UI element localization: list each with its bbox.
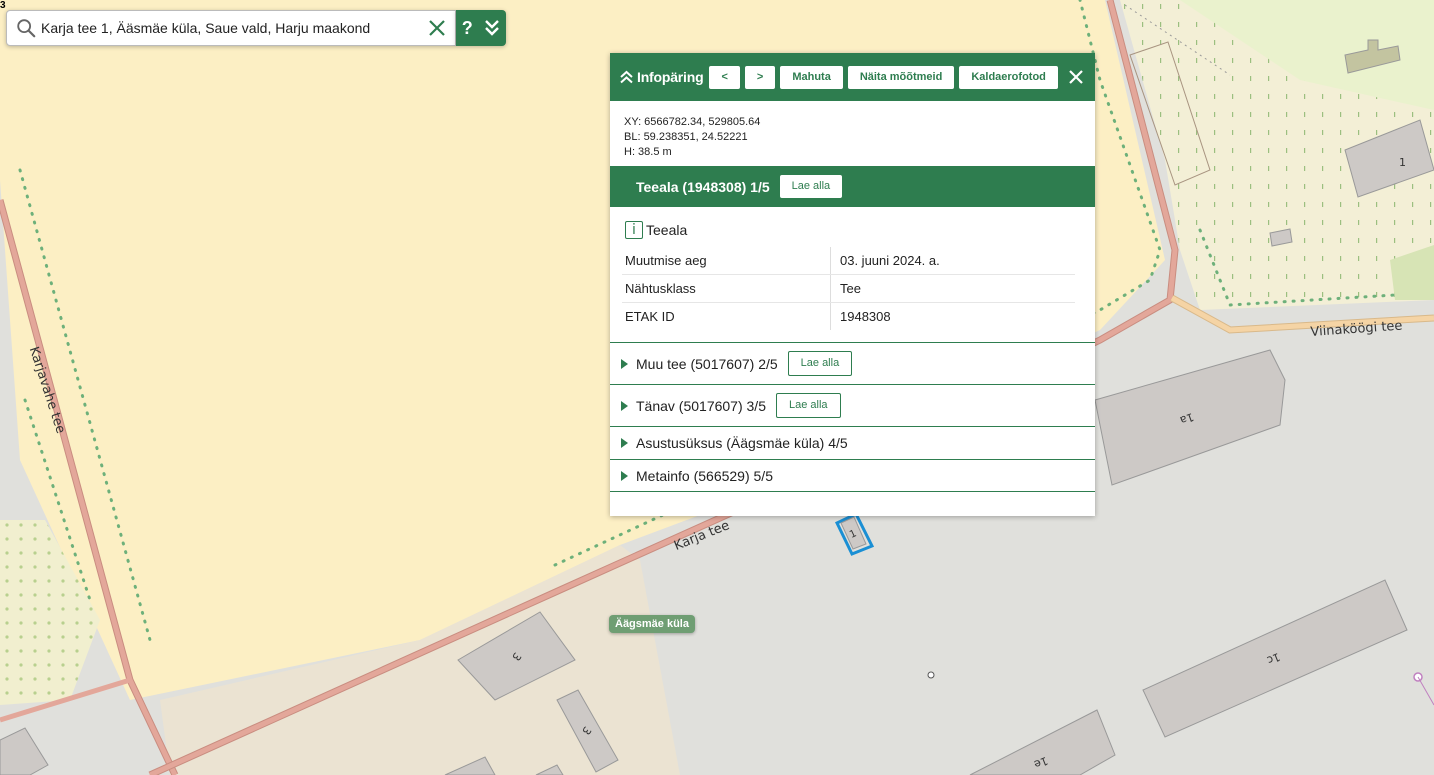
fit-button[interactable]: Mahuta <box>780 65 843 89</box>
result-section-5[interactable]: Metainfo (566529) 5/5 <box>610 459 1095 492</box>
result-section-2[interactable]: Muu tee (5017607) 2/5 Lae alla <box>610 342 1095 384</box>
double-chevron-down-icon[interactable] <box>484 19 500 37</box>
caret-right-icon <box>621 358 628 369</box>
result-section-4[interactable]: Asustusüksus (Äägsmäe küla) 4/5 <box>610 426 1095 459</box>
caret-right-icon <box>621 400 628 411</box>
info-panel: Infopäring < > Mahuta Näita mõõtmeid Kal… <box>610 53 1095 516</box>
attribute-value: Tee <box>830 274 1075 303</box>
prev-button[interactable]: < <box>709 65 740 89</box>
result-title: Teeala (1948308) 1/5 <box>636 178 770 195</box>
download-button[interactable]: Lae alla <box>775 393 841 418</box>
download-button[interactable]: Lae alla <box>787 351 853 376</box>
close-icon[interactable] <box>425 16 449 40</box>
panel-title: Infopäring <box>637 69 704 85</box>
building-number: 1 <box>1399 156 1406 169</box>
result-title: Muu tee (5017607) 2/5 <box>636 355 778 372</box>
coord-xy: XY: 6566782.34, 529805.64 <box>624 116 761 128</box>
corner-number: 3 <box>0 0 6 11</box>
result-section-active[interactable]: Teeala (1948308) 1/5 Lae alla <box>610 166 1095 207</box>
attribute-key: ETAK ID <box>622 302 831 330</box>
oblique-photos-button[interactable]: Kaldaerofotod <box>959 65 1058 89</box>
next-button[interactable]: > <box>744 65 776 89</box>
result-title: Metainfo (566529) 5/5 <box>636 467 773 484</box>
table-row: Muutmise aeg 03. juuni 2024. a. <box>622 247 1075 275</box>
info-icon[interactable]: i <box>625 221 643 239</box>
help-button[interactable]: ? <box>462 18 473 39</box>
search-bar <box>6 10 456 46</box>
result-title: Tänav (5017607) 3/5 <box>636 397 766 414</box>
coordinates: XY: 6566782.34, 529805.64 BL: 59.238351,… <box>610 101 1095 166</box>
show-measurements-button[interactable]: Näita mõõtmeid <box>847 65 955 89</box>
search-actions: ? <box>456 10 506 46</box>
attribute-table: Muutmise aeg 03. juuni 2024. a. Nähtuskl… <box>622 247 1075 330</box>
layer-name-text: Teeala <box>646 222 688 238</box>
result-title: Asustusüksus (Äägsmäe küla) 4/5 <box>636 435 848 451</box>
table-row: ETAK ID 1948308 <box>622 302 1075 330</box>
double-chevron-up-icon[interactable] <box>620 70 633 84</box>
layer-name: i Teeala <box>610 207 1095 247</box>
attribute-key: Nähtusklass <box>622 274 831 303</box>
result-section-3[interactable]: Tänav (5017607) 3/5 Lae alla <box>610 384 1095 426</box>
download-button[interactable]: Lae alla <box>779 175 843 198</box>
table-row: Nähtusklass Tee <box>622 274 1075 303</box>
caret-right-icon <box>621 438 628 448</box>
coord-bl: BL: 59.238351, 24.52221 <box>624 131 748 143</box>
info-panel-header: Infopäring < > Mahuta Näita mõõtmeid Kal… <box>610 53 1095 101</box>
close-icon[interactable] <box>1067 68 1085 86</box>
caret-right-icon <box>621 470 628 481</box>
search-icon <box>17 19 36 38</box>
attribute-key: Muutmise aeg <box>622 247 831 275</box>
attribute-value: 03. juuni 2024. a. <box>830 247 1075 275</box>
village-label: Äägsmäe küla <box>609 615 695 633</box>
attribute-value: 1948308 <box>840 309 891 324</box>
search-input[interactable] <box>37 13 425 43</box>
coord-h: H: 38.5 m <box>624 146 672 158</box>
point-marker <box>927 671 935 679</box>
